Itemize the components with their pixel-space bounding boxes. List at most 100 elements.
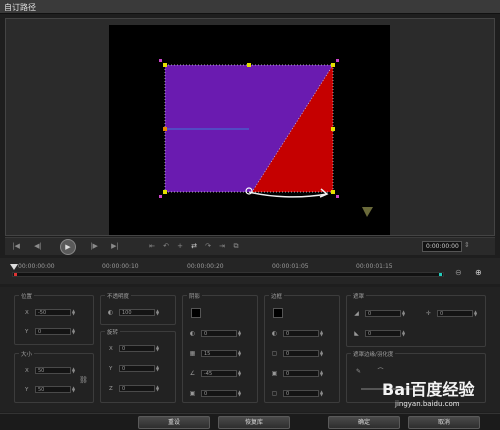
border-blur-input[interactable]: 0 [283, 370, 319, 377]
next-frame-icon[interactable]: |▶ [89, 242, 99, 251]
group-title: 边框 [269, 292, 285, 300]
border-opacity-icon: ◐ [271, 330, 278, 337]
resize-handle-tl[interactable] [163, 63, 167, 67]
preview-shapes [164, 64, 373, 217]
mask-group: 遮罩 ◢ 0 ▲ ▼ ✛ 0 ▲ ▼ ◣ 0 ▲ ▼ [346, 292, 486, 347]
spin-arrows-icon[interactable]: ▲ ▼ [238, 390, 242, 397]
spin-arrows-icon[interactable]: ▲ ▼ [238, 350, 242, 357]
spin-arrows-icon[interactable]: ▲ ▼ [156, 385, 160, 392]
keyframe-prev-icon[interactable]: ↶ [161, 242, 171, 251]
group-title: 不透明度 [105, 292, 132, 300]
timecode-display[interactable]: 0:00:00:00 [422, 241, 462, 252]
keyframe-toggle-icon[interactable]: ⇄ [189, 242, 199, 251]
field-label: X [109, 346, 113, 352]
border-width-input[interactable]: 0 [283, 350, 319, 357]
corner-pin-bl[interactable] [159, 195, 162, 198]
spin-arrows-icon[interactable]: ▲ ▼ [72, 386, 76, 393]
keyframe-end[interactable] [439, 273, 442, 276]
position-x-input[interactable]: -50 [35, 309, 71, 316]
tick-label: 00:00:01:15 [356, 263, 393, 270]
rotation-x-input[interactable]: 0 [119, 345, 155, 352]
resize-handle-br[interactable] [331, 190, 335, 194]
resize-handle-r[interactable] [331, 127, 335, 131]
play-button[interactable]: ▶ [60, 239, 76, 255]
shadow-distance-input[interactable]: 0 [201, 390, 237, 397]
playhead-marker[interactable] [10, 264, 18, 270]
spin-arrows-icon[interactable]: ▲ ▼ [72, 367, 76, 374]
prev-frame-icon[interactable]: ◀| [33, 242, 43, 251]
mask-value-2-input[interactable]: 0 [437, 310, 473, 317]
play-icon: ▶ [65, 243, 71, 251]
spin-arrows-icon[interactable]: ▲ ▼ [156, 345, 160, 352]
keyframe-next-icon[interactable]: ↷ [203, 242, 213, 251]
rotation-y-input[interactable]: 0 [119, 365, 155, 372]
spin-arrows-icon[interactable]: ▲ ▼ [320, 390, 324, 397]
shadow-opacity-input[interactable]: 0 [201, 330, 237, 337]
restore-library-button[interactable]: 恢复库 [218, 416, 290, 429]
position-y-input[interactable]: 0 [35, 328, 71, 335]
size-y-input[interactable]: 50 [35, 386, 71, 393]
spin-arrows-icon[interactable]: ▲ ▼ [238, 370, 242, 377]
shadow-distance-icon: ▣ [189, 390, 196, 397]
zoom-out-icon[interactable]: ⊖ [455, 268, 462, 277]
keyframe-track[interactable] [12, 272, 444, 277]
resize-handle-tr[interactable] [331, 63, 335, 67]
spin-arrows-icon[interactable]: ▲ ▼ [402, 330, 406, 337]
rotation-z-input[interactable]: 0 [119, 385, 155, 392]
spin-arrows-icon[interactable]: ▲ ▼ [238, 330, 242, 337]
border-group: 边框 ◐ 0 ▲ ▼ ▢ 0 ▲ ▼ ▣ 0 ▲ ▼ ▢ 0 ▲ ▼ [264, 292, 340, 403]
keyframe-add-icon[interactable]: + [175, 242, 185, 251]
window-title: 自订路径 [4, 3, 36, 12]
keyframe-last-icon[interactable]: ⇥ [217, 242, 227, 251]
home-icon[interactable]: |◀ [11, 242, 21, 251]
spin-arrows-icon[interactable]: ▲ ▼ [156, 365, 160, 372]
spin-arrows-icon[interactable]: ▲ ▼ [72, 328, 76, 335]
zoom-in-icon[interactable]: ⊕ [475, 268, 482, 277]
border-corner-input[interactable]: 0 [283, 390, 319, 397]
shadow-angle-icon: ∠ [189, 370, 196, 377]
resize-handle-t[interactable] [247, 63, 251, 67]
timecode-spin-icon[interactable]: ⇕ [464, 241, 470, 249]
watermark-url: jingyan.baidu.com [395, 400, 460, 408]
spin-arrows-icon[interactable]: ▲ ▼ [72, 309, 76, 316]
corner-pin-tr[interactable] [336, 59, 339, 62]
feather-edit-icon[interactable]: ✎ [355, 368, 362, 375]
tick-label: 00:00:00:00 [18, 263, 55, 270]
spin-arrows-icon[interactable]: ▲ ▼ [320, 330, 324, 337]
keyframe-first-icon[interactable]: ⇤ [147, 242, 157, 251]
watermark-brand: Bai百度经验 [382, 380, 475, 399]
ok-button[interactable]: 确定 [328, 416, 400, 429]
spin-arrows-icon[interactable]: ▲ ▼ [156, 309, 160, 316]
shadow-color-swatch[interactable] [191, 308, 201, 318]
resize-handle-bl[interactable] [163, 190, 167, 194]
spin-arrows-icon[interactable]: ▲ ▼ [474, 310, 478, 317]
spin-arrows-icon[interactable]: ▲ ▼ [320, 350, 324, 357]
opacity-input[interactable]: 100 [119, 309, 155, 316]
link-ratio-icon[interactable]: ⛓ [79, 376, 88, 384]
spin-arrows-icon[interactable]: ▲ ▼ [402, 310, 406, 317]
size-x-input[interactable]: 50 [35, 367, 71, 374]
corner-pin-br[interactable] [336, 195, 339, 198]
opacity-group: 不透明度 ◐ 100 ▲ ▼ [100, 292, 176, 325]
border-color-swatch[interactable] [273, 308, 283, 318]
footer-bar: 重设 恢复库 确定 取消 [0, 413, 500, 430]
mask-value-1-input[interactable]: 0 [365, 310, 401, 317]
field-label: Y [25, 329, 29, 335]
spin-arrows-icon[interactable]: ▲ ▼ [320, 370, 324, 377]
end-icon[interactable]: ▶| [110, 242, 120, 251]
border-opacity-input[interactable]: 0 [283, 330, 319, 337]
shadow-angle-input[interactable]: -45 [201, 370, 237, 377]
keyframe-start[interactable] [14, 273, 17, 276]
timeline-ruler[interactable]: 00:00:00:00 00:00:00:10 00:00:00:20 00:0… [0, 258, 500, 284]
mask-value-3-input[interactable]: 0 [365, 330, 401, 337]
field-label: Y [109, 366, 113, 372]
feather-curve-icon[interactable]: ⌒ [377, 368, 384, 375]
keyframe-copy-icon[interactable]: ⧉ [231, 242, 241, 251]
reset-button[interactable]: 重设 [138, 416, 210, 429]
cancel-button[interactable]: 取消 [408, 416, 480, 429]
corner-pin-tl[interactable] [159, 59, 162, 62]
shadow-blur-input[interactable]: 15 [201, 350, 237, 357]
resize-handle-l[interactable] [163, 127, 167, 131]
shadow-opacity-icon: ◐ [189, 330, 196, 337]
preview-canvas[interactable] [109, 25, 390, 235]
